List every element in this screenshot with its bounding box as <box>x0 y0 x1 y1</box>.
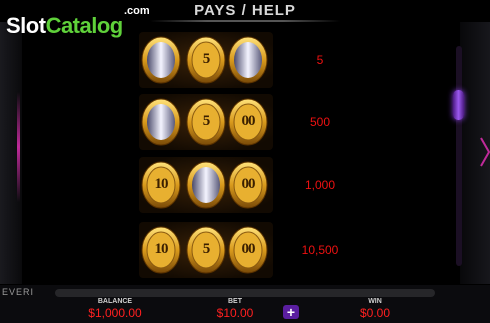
scrollbar-thumb[interactable] <box>453 90 464 120</box>
blank-mirror-icon <box>141 35 181 85</box>
title-underline <box>150 20 340 22</box>
balance-value: $1,000.00 <box>88 306 142 320</box>
symbol-label: 5 <box>202 51 211 67</box>
symbol-5-icon: 5 <box>186 35 226 85</box>
balance-display: BALANCE $1,000.00 <box>70 298 160 320</box>
win-label: WIN <box>368 298 382 305</box>
left-frame <box>0 22 22 284</box>
bet-label: BET <box>228 298 242 305</box>
paytable-row: 5 00 <box>139 94 273 150</box>
balance-label: BALANCE <box>97 298 133 305</box>
symbol-label: 00 <box>241 113 256 129</box>
symbol-00-icon: 00 <box>228 225 268 275</box>
payout-value: 5 <box>316 53 324 67</box>
symbol-10-icon: 10 <box>141 225 181 275</box>
scrollbar-track[interactable] <box>456 46 462 266</box>
message-bar <box>55 289 435 297</box>
symbol-label: 00 <box>241 241 256 257</box>
symbol-label: 5 <box>202 113 211 129</box>
paytable-row: 5 <box>139 32 273 88</box>
blank-mirror-icon <box>186 160 226 210</box>
provider-logo: EVERI <box>2 287 35 297</box>
blank-mirror-icon <box>141 97 181 147</box>
payout-value: 10,500 <box>301 243 339 257</box>
symbol-label: 00 <box>241 176 256 192</box>
payout-value: 1,000 <box>304 178 336 192</box>
symbol-5-icon: 5 <box>186 97 226 147</box>
payout-value: 500 <box>309 115 331 129</box>
symbol-5-icon: 5 <box>186 225 226 275</box>
increase-bet-button[interactable]: + <box>283 305 299 319</box>
win-value: $0.00 <box>359 306 391 320</box>
paytable-row: 10 5 00 <box>139 222 273 278</box>
symbol-00-icon: 00 <box>228 97 268 147</box>
symbol-label: 10 <box>154 176 169 192</box>
bet-display: BET $10.00 <box>195 298 275 320</box>
bet-value: $10.00 <box>216 306 254 320</box>
page-title: PAYS / HELP <box>194 2 296 19</box>
symbol-10-icon: 10 <box>141 160 181 210</box>
win-display: WIN $0.00 <box>335 298 415 320</box>
paytable-row: 10 00 <box>139 157 273 213</box>
chevron-right-icon[interactable] <box>480 136 490 168</box>
blank-mirror-icon <box>228 35 268 85</box>
symbol-label: 10 <box>154 241 169 257</box>
symbol-00-icon: 00 <box>228 160 268 210</box>
symbol-label: 5 <box>202 241 211 257</box>
